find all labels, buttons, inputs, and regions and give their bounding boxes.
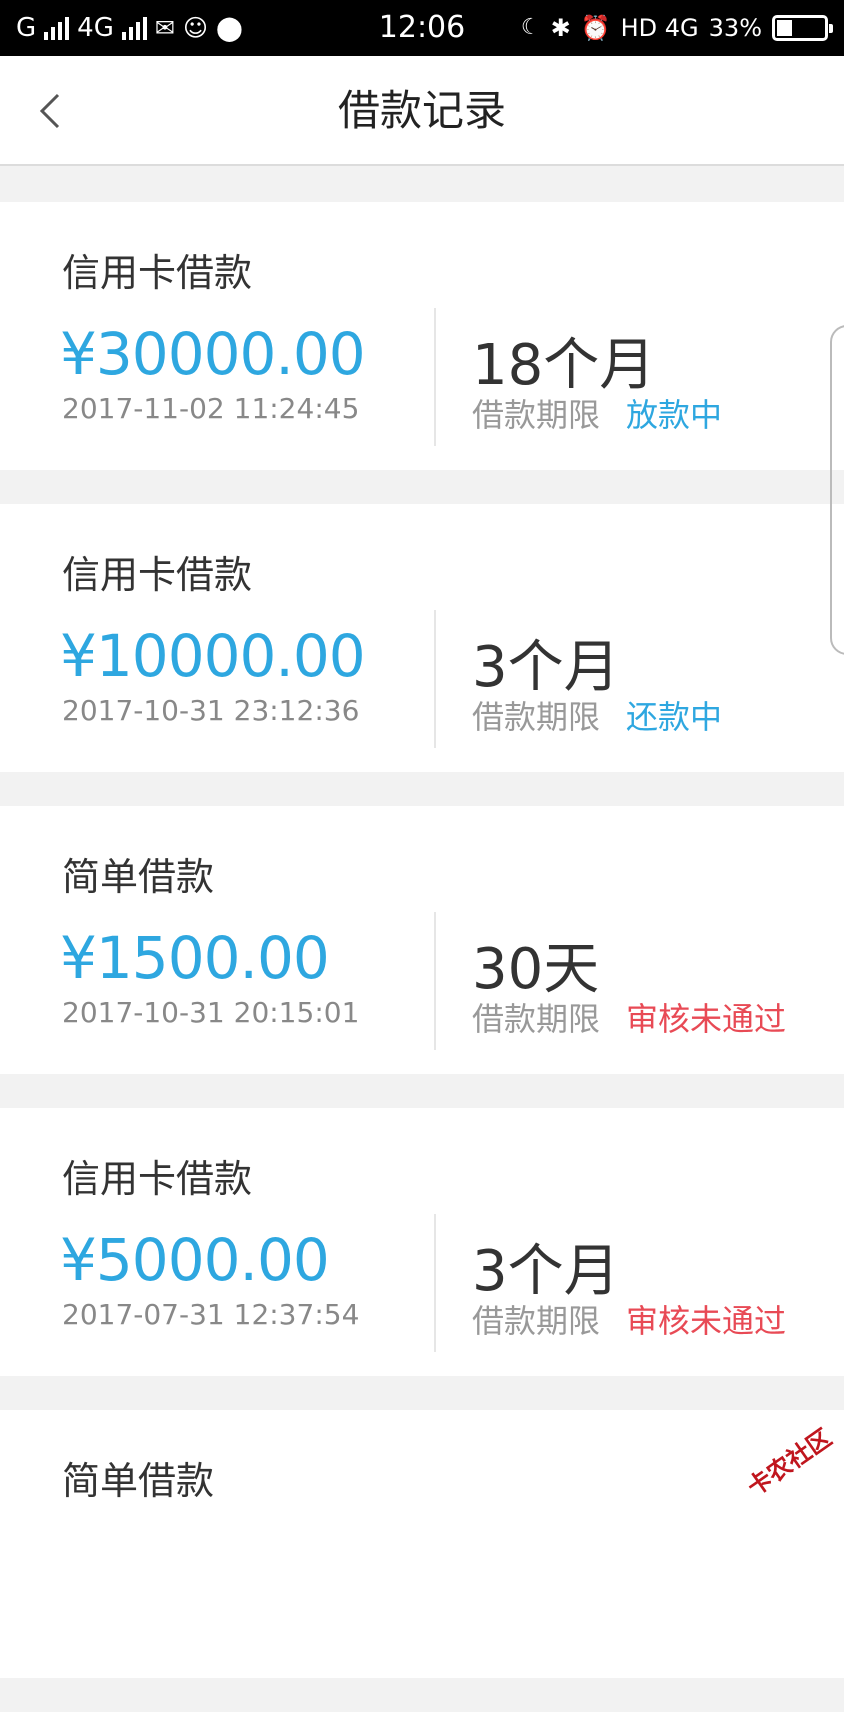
loan-record-card[interactable]: 简单借款 ¥1500.00 2017-10-31 20:15:01 30天 借款… [0, 806, 844, 1074]
alarm-icon: ⏰ [581, 0, 611, 56]
bluetooth-icon: ✱ [551, 0, 571, 56]
loan-status: 审核未通过 [626, 994, 786, 1040]
loan-term-label: 借款期限 [472, 692, 600, 738]
loan-type: 信用卡借款 [62, 1148, 252, 1203]
loan-date: 2017-10-31 20:15:01 [62, 996, 359, 1029]
nav-bar: 借款记录 [0, 56, 844, 166]
loan-type: 信用卡借款 [62, 544, 252, 599]
status-right: ☾ ✱ ⏰ HD 4G 33% [521, 0, 828, 56]
card-divider [434, 308, 436, 446]
loan-type: 简单借款 [62, 1450, 214, 1505]
loan-amount: ¥10000.00 [60, 622, 365, 690]
card-divider [434, 1214, 436, 1352]
moon-icon: ☾ [521, 0, 541, 56]
network-type: HD 4G [621, 0, 699, 56]
loan-record-card[interactable]: 信用卡借款 ¥10000.00 2017-10-31 23:12:36 3个月 … [0, 504, 844, 772]
loan-term-label: 借款期限 [472, 1296, 600, 1342]
loan-term-label: 借款期限 [472, 994, 600, 1040]
loan-term: 18个月 [472, 320, 655, 401]
edge-handle [830, 325, 844, 655]
loan-status: 审核未通过 [626, 1296, 786, 1342]
page-title: 借款记录 [0, 56, 844, 166]
loan-status: 放款中 [626, 390, 722, 436]
loan-amount: ¥30000.00 [60, 320, 365, 388]
loan-record-card[interactable]: 信用卡借款 ¥30000.00 2017-11-02 11:24:45 18个月… [0, 202, 844, 470]
loan-date: 2017-07-31 12:37:54 [62, 1298, 359, 1331]
card-divider [434, 610, 436, 748]
loan-status: 还款中 [626, 692, 722, 738]
battery-percent: 33% [709, 0, 762, 56]
loan-date: 2017-10-31 23:12:36 [62, 694, 359, 727]
loan-term: 3个月 [472, 622, 620, 703]
battery-icon [772, 15, 828, 41]
loan-term-label: 借款期限 [472, 390, 600, 436]
status-bar: G 4G ✉ ☺ ⬤ 12:06 ☾ ✱ ⏰ HD 4G 33% [0, 0, 844, 56]
loan-record-list: 信用卡借款 ¥30000.00 2017-11-02 11:24:45 18个月… [0, 202, 844, 1712]
loan-record-card[interactable]: 信用卡借款 ¥5000.00 2017-07-31 12:37:54 3个月 借… [0, 1108, 844, 1376]
battery-fill [777, 20, 792, 36]
loan-date: 2017-11-02 11:24:45 [62, 392, 359, 425]
loan-amount: ¥5000.00 [60, 1226, 329, 1294]
loan-amount: ¥1500.00 [60, 924, 329, 992]
loan-type: 信用卡借款 [62, 242, 252, 297]
loan-term: 3个月 [472, 1226, 620, 1307]
loan-type: 简单借款 [62, 846, 214, 901]
card-divider [434, 912, 436, 1050]
loan-term: 30天 [472, 924, 599, 1005]
loan-record-card[interactable]: 简单借款 [0, 1410, 844, 1678]
